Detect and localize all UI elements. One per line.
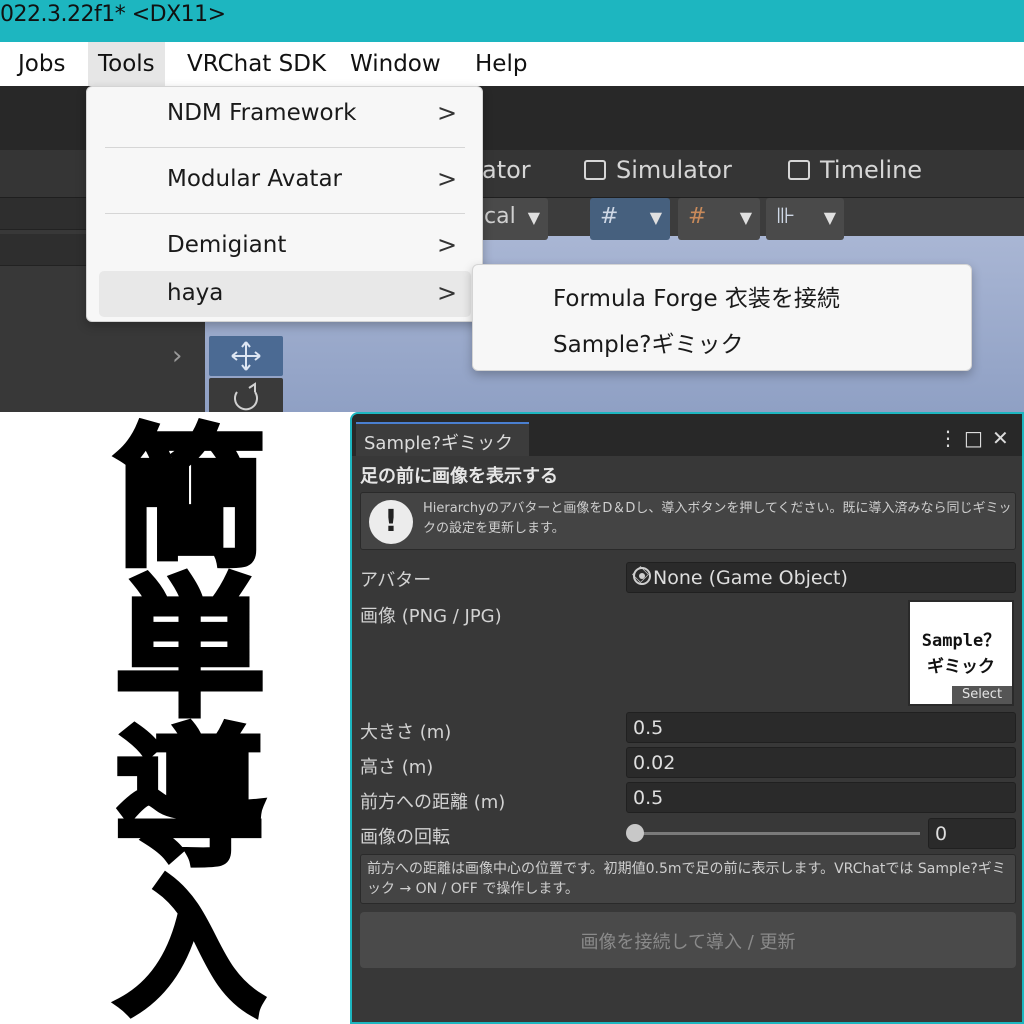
menu-tools[interactable]: Tools [88,42,165,86]
tools-menu: NDM Framework > Modular Avatar > Demigia… [86,86,483,322]
menu-help[interactable]: Help [465,42,537,86]
menu-separator [105,213,465,214]
title-bar: 022.3.22f1* <DX11> [0,0,1024,42]
rotate-tool[interactable] [209,378,283,412]
size-field[interactable]: 0.5 [626,712,1016,743]
height-label: 高さ (m) [360,757,434,778]
image-field[interactable]: Sample？ ギミック Select [908,600,1014,706]
apply-button[interactable]: 画像を接続して導入 / 更新 [360,912,1016,968]
simulator-icon [584,160,606,180]
snap-increment-button[interactable]: # ▼ [678,198,760,240]
headline: 簡 単 導 入 [110,413,270,1024]
rotation-field[interactable]: 0 [928,818,1016,849]
timeline-icon [788,160,810,180]
menu-separator [105,147,465,148]
size-label: 大きさ (m) [360,722,452,743]
tab-animator[interactable]: ator [482,156,531,184]
headline-char: 入 [112,863,268,1024]
menu-item-ndm-framework[interactable]: NDM Framework > [99,91,471,137]
distance-field[interactable]: 0.5 [626,782,1016,813]
menu-item-modular-avatar[interactable]: Modular Avatar > [99,157,471,203]
close-icon[interactable]: ✕ [992,426,1009,450]
chevron-right-icon: > [437,231,458,259]
rotation-slider-handle[interactable] [626,824,644,842]
distance-label: 前方への距離 (m) [360,792,506,813]
move-tool[interactable] [209,336,283,376]
chevron-down-icon: ▼ [527,208,540,227]
info-note: 前方への距離は画像中心の位置です。初期値0.5mで足の前に表示します。VRCha… [360,854,1016,904]
avatar-label: アバター [360,570,432,591]
image-label: 画像 (PNG / JPG) [360,606,502,627]
rotation-label: 画像の回転 [360,827,450,848]
menu-bar: Jobs Tools VRChat SDK Window Help [0,42,1024,86]
chevron-down-icon: ▼ [739,208,752,227]
window-tab[interactable]: Sample?ギミック [356,422,529,456]
chevron-right-icon: > [437,279,458,307]
more-options-icon[interactable]: ⋮ [938,426,958,450]
snap-icon: # [688,204,707,229]
tab-timeline[interactable]: Timeline [820,156,922,184]
chevron-right-icon: > [437,165,458,193]
image-preview: Sample？ ギミック [921,631,1001,677]
chevron-right-icon: > [437,99,458,127]
window-header: Sample?ギミック ⋮ □ ✕ [352,414,1022,456]
window-title: 022.3.22f1* <DX11> [0,2,226,27]
grid-snap-button[interactable]: # ▼ [590,198,670,240]
menu-item-formula-forge[interactable]: Formula Forge 衣装を接続 [553,279,840,313]
height-field[interactable]: 0.02 [626,747,1016,778]
tab-simulator[interactable]: Simulator [616,156,732,184]
move-icon [231,341,261,371]
help-text: Hierarchyのアバターと画像をD＆Dし、導入ボタンを押してください。既に導… [423,501,1012,536]
grid-icon: # [600,204,619,229]
ruler-icon: ⊪ [776,204,796,229]
haya-submenu: Formula Forge 衣装を接続 Sample?ギミック [472,264,972,371]
menu-item-sample-gimmick[interactable]: Sample?ギミック [553,325,743,359]
object-picker-icon[interactable] [633,567,651,585]
avatar-field[interactable]: None (Game Object) [626,562,1016,593]
menu-vrchat-sdk[interactable]: VRChat SDK [177,42,336,86]
menu-jobs[interactable]: Jobs [8,42,75,86]
gimmick-window: Sample?ギミック ⋮ □ ✕ 足の前に画像を表示する ! Hierarch… [350,412,1024,1024]
chevron-down-icon: ▼ [649,208,662,227]
help-box: ! Hierarchyのアバターと画像をD＆Dし、導入ボタンを押してください。既… [360,492,1016,550]
rotation-slider[interactable] [634,832,920,835]
chevron-down-icon: ▼ [823,208,836,227]
section-title: 足の前に画像を表示する [360,466,558,487]
ruler-button[interactable]: ⊪ ▼ [766,198,844,240]
select-button[interactable]: Select [952,686,1012,704]
warning-icon: ! [369,500,413,544]
headline-char: 導 [112,713,268,887]
menu-window[interactable]: Window [340,42,451,86]
menu-item-haya[interactable]: haya > [99,271,471,317]
headline-char: 簡 [112,413,268,587]
rotate-icon [234,382,258,411]
maximize-icon[interactable]: □ [964,426,983,450]
headline-char: 単 [112,563,268,737]
chevron-right-icon[interactable]: › [172,341,182,371]
menu-item-demigiant[interactable]: Demigiant > [99,223,471,269]
